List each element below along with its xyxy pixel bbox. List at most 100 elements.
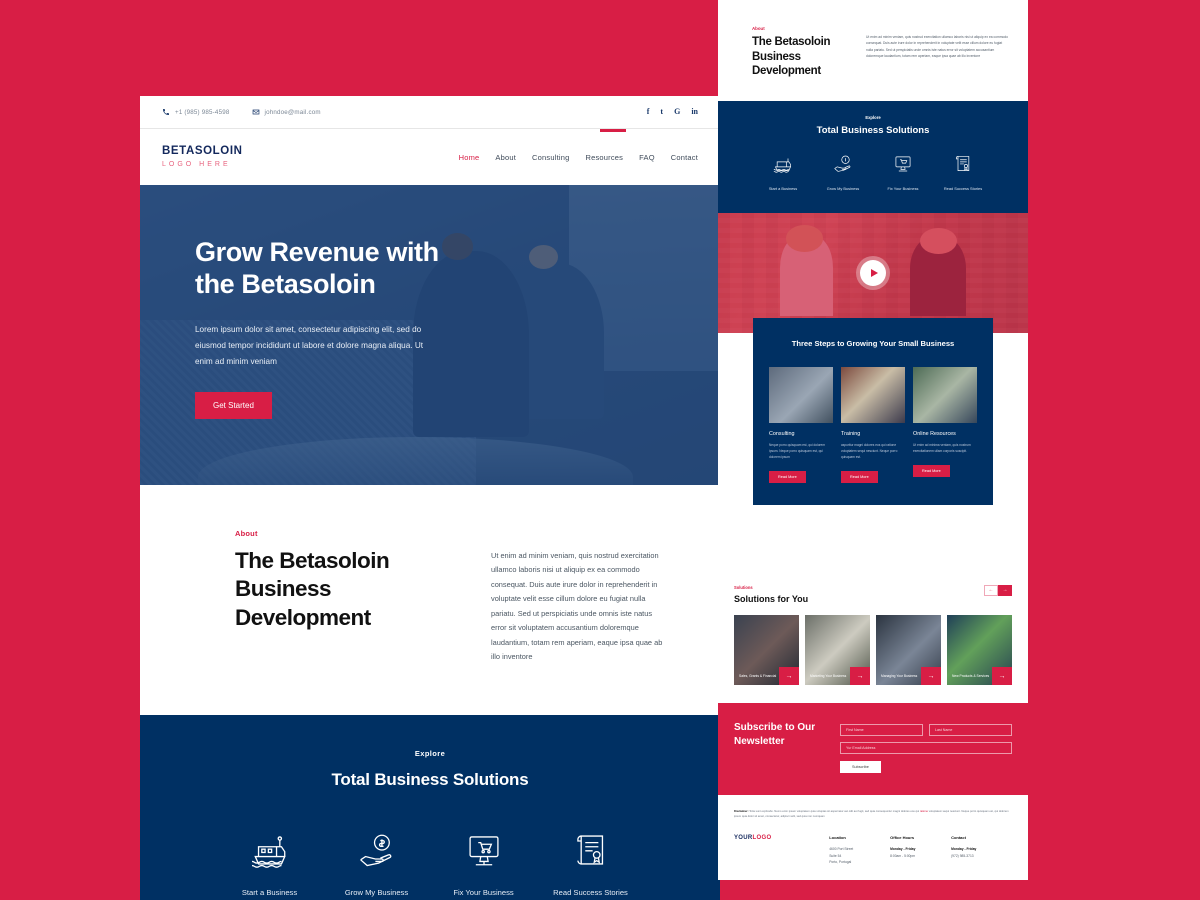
read-more-button[interactable]: Read More bbox=[769, 470, 806, 483]
secondary-about-body: Ut enim ad minim veniam, quis nostrud ex… bbox=[866, 35, 1009, 59]
footer-section: Disclaimer: Totia sunt explicabo. Nemo e… bbox=[718, 795, 1028, 880]
facebook-icon[interactable]: f bbox=[647, 108, 650, 116]
solution-card-managing-your-business[interactable]: Managing Your Business → bbox=[876, 615, 941, 686]
step-card-online-resources: Online Resources Ut enim ad minima venia… bbox=[913, 367, 977, 483]
read-more-button[interactable]: Read More bbox=[841, 470, 878, 483]
newsletter-section: Subscribe to Our Newsletter Subscribe bbox=[718, 703, 1028, 796]
solution-card-label: New Products & Services bbox=[952, 674, 990, 679]
top-utility-bar: +1 (985) 985-4598 johndoe@mail.com f t G… bbox=[140, 96, 720, 129]
linkedin-icon[interactable]: in bbox=[691, 108, 698, 116]
arrow-right-icon[interactable]: → bbox=[992, 667, 1012, 686]
secondary-solution-item-grow-my-business[interactable]: Grow My Business bbox=[813, 154, 873, 191]
play-button-icon[interactable] bbox=[860, 260, 886, 287]
solutions-for-you-section: Solutions Solutions for You ← → Sales, G… bbox=[718, 571, 1028, 704]
secondary-band-kicker: Explore bbox=[865, 115, 881, 121]
solution-card-sales-grants-financial[interactable]: Sales, Grants & Financial → bbox=[734, 615, 799, 686]
carousel-prev-button[interactable]: ← bbox=[984, 585, 998, 597]
hand-coin-icon bbox=[833, 155, 853, 177]
monitor-cart-icon bbox=[464, 835, 504, 872]
footer-column-title: Location bbox=[829, 835, 846, 841]
footer-line: (972) 985-3713 bbox=[951, 853, 974, 858]
footer-column-office-hours: Office Hours Monday - Friday 8:00am - 5:… bbox=[890, 835, 951, 865]
footer-column-title: Contact bbox=[951, 835, 966, 841]
solution-card-label: Marketing Your Business bbox=[810, 674, 847, 679]
solution-card-label: Managing Your Business bbox=[881, 674, 918, 679]
footer-logo[interactable]: YOURLOGO bbox=[734, 835, 829, 865]
solution-card-new-products-services[interactable]: New Products & Services → bbox=[947, 615, 1012, 686]
secondary-solutions-band: Explore Total Business Solutions Start a… bbox=[718, 101, 1028, 214]
carousel-next-button[interactable]: → bbox=[998, 585, 1012, 597]
step-card-title: Consulting bbox=[769, 431, 795, 437]
solution-item-fix-your-business[interactable]: Fix Your Business bbox=[430, 832, 537, 897]
google-icon[interactable]: G bbox=[674, 108, 680, 116]
secondary-solution-label: Grow My Business bbox=[826, 186, 860, 192]
read-more-button[interactable]: Read More bbox=[913, 464, 950, 477]
get-started-button[interactable]: Get Started bbox=[195, 391, 272, 419]
disclaimer-text: Totia sunt explicabo. Nemo enim ipsam vo… bbox=[749, 810, 920, 814]
arrow-right-icon[interactable]: → bbox=[921, 667, 941, 686]
secondary-solution-item-read-success-stories[interactable]: Read Success Stories bbox=[933, 154, 993, 191]
footer-column-body: Monday - Friday (972) 985-3713 bbox=[951, 846, 1012, 859]
subscribe-button[interactable]: Subscribe bbox=[840, 761, 881, 774]
nav-item-home[interactable]: Home bbox=[459, 153, 480, 162]
secondary-about-section: About The Betasoloin Business Developmen… bbox=[718, 0, 1028, 102]
phone-icon bbox=[162, 108, 170, 116]
secondary-solution-item-start-a-business[interactable]: Start a Business bbox=[753, 154, 813, 191]
first-name-input[interactable] bbox=[840, 724, 923, 737]
secondary-solution-item-fix-your-business[interactable]: Fix Your Business bbox=[873, 154, 933, 191]
main-navigation: BETASOLOIN LOGO HERE Home About Consulti… bbox=[140, 129, 720, 185]
footer-column-location: Location 4600 Port Street Suite 54 Porto… bbox=[829, 835, 890, 865]
ship-icon bbox=[250, 835, 290, 872]
step-card-image bbox=[769, 367, 833, 423]
about-section: About The Betasoloin Business Developmen… bbox=[140, 485, 720, 715]
newsletter-heading: Subscribe to Our Newsletter bbox=[734, 722, 816, 747]
footer-logo-part-a: YOUR bbox=[734, 835, 753, 842]
active-nav-indicator bbox=[600, 129, 626, 132]
footer-column-title: Office Hours bbox=[890, 835, 915, 841]
nav-item-faq[interactable]: FAQ bbox=[639, 153, 655, 162]
last-name-input[interactable] bbox=[929, 724, 1012, 737]
primary-mockup: +1 (985) 985-4598 johndoe@mail.com f t G… bbox=[140, 96, 720, 900]
brand-tagline: LOGO HERE bbox=[162, 160, 231, 168]
secondary-solution-label: Start a Business bbox=[768, 186, 798, 192]
footer-line: Porto, Portugal bbox=[829, 860, 852, 865]
arrow-right-icon[interactable]: → bbox=[850, 667, 870, 686]
disclaimer-link[interactable]: ratione bbox=[920, 810, 928, 813]
nav-item-consulting[interactable]: Consulting bbox=[532, 153, 569, 162]
brand-logo[interactable]: BETASOLOIN LOGO HERE bbox=[162, 146, 243, 168]
phone-contact[interactable]: +1 (985) 985-4598 bbox=[162, 108, 230, 116]
solution-item-start-a-business[interactable]: Start a Business bbox=[216, 832, 323, 897]
nav-item-resources[interactable]: Resources bbox=[585, 153, 623, 162]
solution-item-grow-my-business[interactable]: Grow My Business bbox=[323, 832, 430, 897]
envelope-icon bbox=[252, 108, 260, 116]
footer-line: Monday - Friday bbox=[951, 847, 977, 852]
nav-item-contact[interactable]: Contact bbox=[671, 153, 698, 162]
page-background: +1 (985) 985-4598 johndoe@mail.com f t G… bbox=[0, 0, 1200, 900]
twitter-icon[interactable]: t bbox=[660, 108, 663, 116]
step-card-image bbox=[913, 367, 977, 423]
secondary-about-kicker: About bbox=[752, 26, 765, 31]
hero-paragraph: Lorem ipsum dolor sit amet, consectetur … bbox=[195, 324, 424, 366]
hero-heading-line2: the Betasoloin bbox=[195, 268, 376, 299]
nav-item-about[interactable]: About bbox=[495, 153, 516, 162]
certificate-scroll-icon bbox=[571, 834, 611, 872]
about-heading: The Betasoloin Business Development bbox=[235, 548, 390, 630]
step-card-consulting: Consulting Neque porro quisquam est, qui… bbox=[769, 367, 833, 483]
solutions-band: Explore Total Business Solutions Start a… bbox=[140, 714, 720, 900]
footer-line: Monday - Friday bbox=[890, 847, 916, 852]
footer-logo-part-b: LOGO bbox=[752, 835, 772, 842]
step-card-text: aspuritur magni dolores eos qui ratione … bbox=[841, 443, 898, 459]
footer-column-contact: Contact Monday - Friday (972) 985-3713 bbox=[951, 835, 1012, 865]
step-card-title: Online Resources bbox=[913, 431, 956, 437]
arrow-right-icon[interactable]: → bbox=[779, 667, 799, 686]
email-input[interactable] bbox=[840, 742, 1012, 755]
secondary-solution-label: Fix Your Business bbox=[887, 186, 919, 192]
solution-item-read-success-stories[interactable]: Read Success Stories bbox=[537, 832, 644, 897]
three-steps-card: Three Steps to Growing Your Small Busine… bbox=[753, 318, 993, 505]
secondary-solution-label: Read Success Stories bbox=[943, 186, 983, 192]
step-card-text: Ut enim ad minima veniam, quis nostrum e… bbox=[913, 443, 971, 453]
solution-card-marketing-your-business[interactable]: Marketing Your Business → bbox=[805, 615, 870, 686]
phone-number: +1 (985) 985-4598 bbox=[175, 108, 230, 116]
hero-heading: Grow Revenue with the Betasoloin bbox=[195, 237, 720, 301]
email-contact[interactable]: johndoe@mail.com bbox=[252, 108, 321, 116]
